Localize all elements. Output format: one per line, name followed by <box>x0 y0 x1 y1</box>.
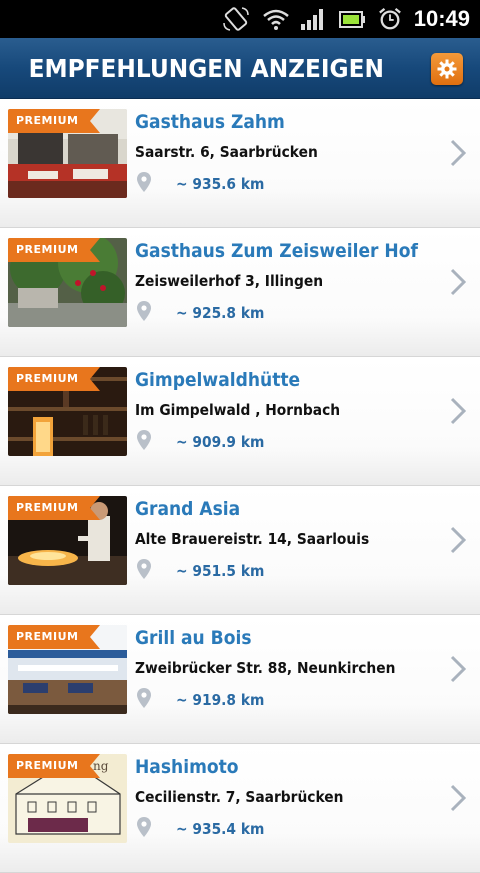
app-header: EMPFEHLUNGEN ANZEIGEN <box>0 38 480 99</box>
restaurant-photo: ng PREMIUM <box>8 754 127 843</box>
restaurant-name: Grill au Bois <box>135 627 252 649</box>
distance-value: ~ 935.4 km <box>176 820 265 838</box>
restaurant-name: Gasthaus Zum Zeisweiler Hof <box>135 240 418 262</box>
premium-badge: PREMIUM <box>8 496 101 520</box>
restaurant-photo: PREMIUM <box>8 367 127 456</box>
restaurant-address: Alte Brauereistr. 14, Saarlouis <box>135 530 370 548</box>
list-item[interactable]: PREMIUM Gimpelwaldhütte Im Gimpelwald , … <box>0 357 480 486</box>
chevron-right-icon <box>450 526 466 554</box>
chevron-right-icon <box>450 784 466 812</box>
location-pin-icon <box>137 559 151 579</box>
distance-value: ~ 919.8 km <box>176 691 265 709</box>
settings-button[interactable] <box>431 53 463 85</box>
restaurant-list: PREMIUM Gasthaus Zahm Saarstr. 6, Saarbr… <box>0 99 480 873</box>
location-pin-icon <box>137 688 151 708</box>
premium-badge: PREMIUM <box>8 109 101 133</box>
chevron-right-icon <box>450 397 466 425</box>
list-item[interactable]: PREMIUM Grand Asia Alte Brauereistr. 14,… <box>0 486 480 615</box>
wifi-icon <box>263 9 289 30</box>
distance-value: ~ 909.9 km <box>176 433 265 451</box>
location-pin-icon <box>137 817 151 837</box>
premium-badge: PREMIUM <box>8 367 101 391</box>
list-item[interactable]: PREMIUM Gasthaus Zum Zeisweiler Hof Zeis… <box>0 228 480 357</box>
list-item[interactable]: PREMIUM Gasthaus Zahm Saarstr. 6, Saarbr… <box>0 99 480 228</box>
status-bar: 10:49 <box>0 0 480 38</box>
restaurant-address: Zweibrücker Str. 88, Neunkirchen <box>135 659 396 677</box>
distance-value: ~ 951.5 km <box>176 562 265 580</box>
page-title: EMPFEHLUNGEN ANZEIGEN <box>28 54 384 83</box>
chevron-right-icon <box>450 268 466 296</box>
location-pin-icon <box>137 301 151 321</box>
restaurant-address: Zeisweilerhof 3, Illingen <box>135 272 324 290</box>
restaurant-address: Cecilienstr. 7, Saarbrücken <box>135 788 344 806</box>
location-pin-icon <box>137 172 151 192</box>
restaurant-photo: PREMIUM <box>8 109 127 198</box>
gear-icon <box>437 59 457 79</box>
location-pin-icon <box>137 430 151 450</box>
restaurant-name: Gimpelwaldhütte <box>135 369 301 391</box>
restaurant-photo: PREMIUM <box>8 238 127 327</box>
premium-badge: PREMIUM <box>8 238 101 262</box>
alarm-icon <box>379 7 401 30</box>
restaurant-photo: PREMIUM <box>8 496 127 585</box>
premium-badge: PREMIUM <box>8 625 101 649</box>
distance-value: ~ 925.8 km <box>176 304 265 322</box>
screen-rotation-icon <box>223 7 249 31</box>
clock-time: 10:49 <box>413 6 470 31</box>
restaurant-name: Hashimoto <box>135 756 239 778</box>
premium-badge: PREMIUM <box>8 754 101 778</box>
signal-icon <box>301 9 323 30</box>
restaurant-name: Grand Asia <box>135 498 241 520</box>
restaurant-address: Im Gimpelwald , Hornbach <box>135 401 341 419</box>
restaurant-photo: PREMIUM <box>8 625 127 714</box>
chevron-right-icon <box>450 139 466 167</box>
restaurant-address: Saarstr. 6, Saarbrücken <box>135 143 318 161</box>
restaurant-name: Gasthaus Zahm <box>135 111 285 133</box>
list-item[interactable]: PREMIUM Grill au Bois Zweibrücker Str. 8… <box>0 615 480 744</box>
chevron-right-icon <box>450 655 466 683</box>
distance-value: ~ 935.6 km <box>176 175 265 193</box>
battery-icon <box>339 11 365 28</box>
